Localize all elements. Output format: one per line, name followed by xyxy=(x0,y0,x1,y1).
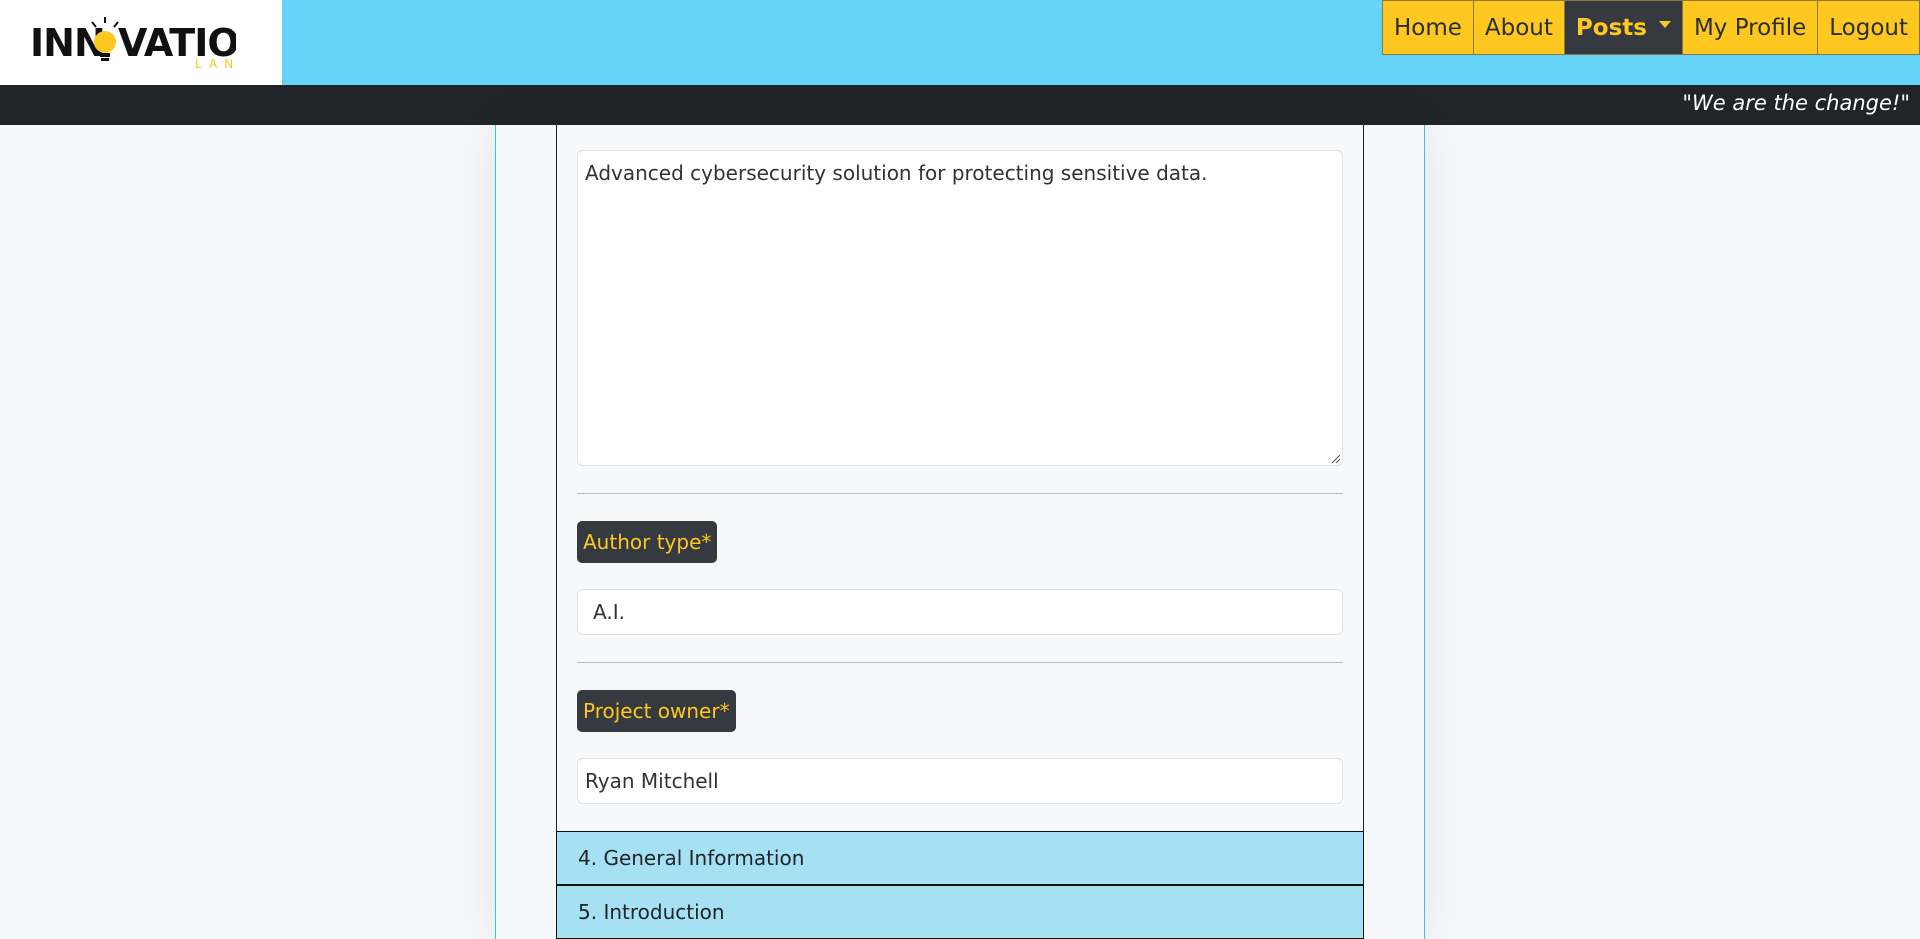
nav-posts-dropdown[interactable]: Posts xyxy=(1563,0,1682,55)
divider xyxy=(577,662,1343,663)
nav-about[interactable]: About xyxy=(1472,0,1564,55)
nav-home-label: Home xyxy=(1393,14,1462,41)
author-type-select[interactable]: A.I. xyxy=(577,589,1343,635)
nav-posts-label: Posts xyxy=(1575,14,1647,41)
main-menu: Home About Posts My Profile Logout xyxy=(1381,0,1920,55)
nav-logout[interactable]: Logout xyxy=(1817,0,1920,55)
innovation-land-logo: INN VATION LAND xyxy=(30,17,236,71)
divider xyxy=(577,493,1343,494)
slogan-bar: "We are the change!" xyxy=(0,85,1920,125)
svg-text:LAND: LAND xyxy=(195,57,236,71)
author-type-value: A.I. xyxy=(593,600,625,624)
top-navbar: INN VATION LAND Home About Posts My xyxy=(0,0,1920,85)
resize-grip-icon[interactable] xyxy=(1330,453,1340,463)
project-owner-input[interactable]: Ryan Mitchell xyxy=(577,758,1343,804)
nav-home[interactable]: Home xyxy=(1381,0,1473,55)
accordion-header-general-information[interactable]: 4. General Information xyxy=(556,831,1364,885)
nav-logout-label: Logout xyxy=(1829,14,1908,41)
nav-my-profile-label: My Profile xyxy=(1693,14,1807,41)
nav-my-profile[interactable]: My Profile xyxy=(1681,0,1818,55)
description-textarea[interactable]: Advanced cybersecurity solution for prot… xyxy=(577,150,1343,466)
accordion-title: 4. General Information xyxy=(578,846,805,870)
project-owner-value: Ryan Mitchell xyxy=(585,769,719,793)
description-text: Advanced cybersecurity solution for prot… xyxy=(585,161,1208,185)
project-owner-label: Project owner* xyxy=(577,690,736,732)
author-type-label: Author type* xyxy=(577,521,718,563)
slogan-text: "We are the change!" xyxy=(1682,91,1910,115)
accordion-header-introduction[interactable]: 5. Introduction xyxy=(556,885,1364,939)
svg-text:INN: INN xyxy=(30,21,105,65)
nav-about-label: About xyxy=(1484,14,1553,41)
brand-logo[interactable]: INN VATION LAND xyxy=(0,0,282,85)
chevron-down-icon xyxy=(1658,21,1671,28)
accordion-title: 5. Introduction xyxy=(578,900,725,924)
